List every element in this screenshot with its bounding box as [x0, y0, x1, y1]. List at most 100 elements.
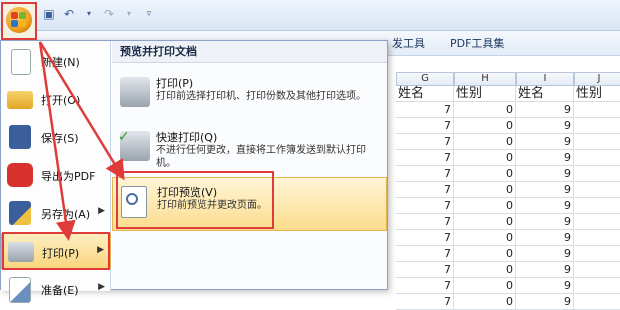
table-cell[interactable]: 0 — [454, 182, 516, 198]
redo-dropdown-icon[interactable]: ▾ — [122, 7, 136, 21]
table-cell[interactable] — [574, 230, 620, 246]
tab-pdf-tools[interactable]: PDF工具集 — [450, 35, 504, 51]
new-document-icon — [11, 49, 31, 75]
prepare-icon — [9, 277, 31, 303]
table-cell[interactable]: 9 — [516, 294, 574, 310]
table-cell[interactable]: 0 — [454, 134, 516, 150]
table-cell[interactable]: 9 — [516, 246, 574, 262]
table-cell[interactable]: 9 — [516, 134, 574, 150]
table-cell[interactable]: 7 — [396, 134, 454, 150]
undo-dropdown-icon[interactable]: ▾ — [82, 7, 96, 21]
table-cell[interactable]: 0 — [454, 166, 516, 182]
table-cell[interactable]: 7 — [396, 150, 454, 166]
menu-item-save-as[interactable]: 另存为(A) ▶ — [1, 195, 111, 231]
menu-item-label: 准备(E) — [41, 284, 79, 297]
table-cell[interactable]: 0 — [454, 102, 516, 118]
table-cell[interactable] — [574, 150, 620, 166]
column-header-h[interactable]: H — [454, 72, 516, 86]
table-cell[interactable] — [574, 262, 620, 278]
print-submenu: 预览并打印文档 打印(P) 打印前选择打印机、打印份数及其他打印选项。 ✓ 快速… — [112, 41, 387, 289]
menu-item-label: 导出为PDF — [41, 170, 96, 183]
table-cell[interactable] — [574, 278, 620, 294]
submenu-item-print[interactable]: 打印(P) 打印前选择打印机、打印份数及其他打印选项。 — [112, 69, 387, 119]
table-cell[interactable]: 9 — [516, 102, 574, 118]
submenu-item-description: 不进行任何更改，直接将工作簿发送到默认打印机。 — [156, 145, 366, 169]
menu-item-export-pdf[interactable]: 导出为PDF — [1, 157, 111, 193]
table-cell[interactable] — [574, 246, 620, 262]
table-cell[interactable] — [574, 214, 620, 230]
table-cell[interactable] — [574, 134, 620, 150]
office-logo-icon — [6, 7, 32, 33]
annotation-highlight-print-preview — [116, 171, 274, 229]
submenu-item-title: 打印(P) — [156, 77, 194, 90]
table-cell[interactable]: 9 — [516, 278, 574, 294]
office-button[interactable] — [1, 2, 37, 40]
submenu-item-title: 快速打印(Q) — [156, 131, 218, 144]
table-cell[interactable]: 7 — [396, 278, 454, 294]
table-cell[interactable]: 0 — [454, 230, 516, 246]
header-cell[interactable]: 性别 — [574, 86, 620, 102]
table-cell[interactable]: 7 — [396, 166, 454, 182]
menu-item-new[interactable]: 新建(N) — [1, 43, 111, 79]
table-cell[interactable] — [574, 198, 620, 214]
menu-item-open[interactable]: 打开(O) — [1, 81, 111, 117]
table-cell[interactable]: 0 — [454, 214, 516, 230]
undo-icon[interactable]: ↶ — [62, 7, 76, 21]
table-cell[interactable]: 0 — [454, 150, 516, 166]
table-cell[interactable]: 9 — [516, 198, 574, 214]
table-cell[interactable]: 9 — [516, 182, 574, 198]
table-cell[interactable]: 0 — [454, 118, 516, 134]
checkmark-icon: ✓ — [118, 129, 130, 145]
table-cell[interactable] — [574, 182, 620, 198]
table-cell[interactable]: 0 — [454, 246, 516, 262]
table-cell[interactable]: 7 — [396, 214, 454, 230]
column-header-i[interactable]: I — [516, 72, 574, 86]
table-cell[interactable] — [574, 294, 620, 310]
menu-item-label: 保存(S) — [41, 132, 79, 145]
table-cell[interactable]: 9 — [516, 262, 574, 278]
redo-icon[interactable]: ↷ — [102, 7, 116, 21]
table-cell[interactable]: 7 — [396, 198, 454, 214]
table-cell[interactable]: 7 — [396, 262, 454, 278]
table-cell[interactable]: 0 — [454, 198, 516, 214]
menu-item-label: 另存为(A) — [41, 208, 91, 221]
qat-icons: ▣ ↶ ▾ ↷ ▾ ▿ — [42, 7, 156, 21]
submenu-arrow-icon: ▶ — [98, 282, 105, 292]
save-icon[interactable]: ▣ — [42, 7, 56, 21]
column-header-j[interactable]: J — [574, 72, 620, 86]
table-cell[interactable]: 0 — [454, 294, 516, 310]
table-cell[interactable]: 0 — [454, 278, 516, 294]
header-cell[interactable]: 性别 — [454, 86, 516, 102]
header-cell[interactable]: 姓名 — [516, 86, 574, 102]
table-cell[interactable]: 9 — [516, 166, 574, 182]
table-cell[interactable] — [574, 166, 620, 182]
table-cell[interactable]: 7 — [396, 102, 454, 118]
submenu-item-description: 打印前选择打印机、打印份数及其他打印选项。 — [156, 91, 366, 102]
menu-item-prepare[interactable]: 准备(E) ▶ — [1, 271, 111, 307]
quick-print-icon: ✓ — [118, 129, 150, 161]
annotation-highlight-print — [2, 232, 110, 270]
table-cell[interactable] — [574, 102, 620, 118]
customize-qat-icon[interactable]: ▿ — [142, 7, 156, 21]
table-cell[interactable]: 7 — [396, 246, 454, 262]
table-cell[interactable]: 7 — [396, 230, 454, 246]
table-cell[interactable]: 0 — [454, 262, 516, 278]
table-cell[interactable] — [574, 118, 620, 134]
submenu-arrow-icon: ▶ — [98, 206, 105, 216]
submenu-item-quick-print[interactable]: ✓ 快速打印(Q) 不进行任何更改，直接将工作簿发送到默认打印机。 — [112, 123, 387, 173]
save-disk-icon — [9, 125, 31, 149]
submenu-title: 预览并打印文档 — [112, 41, 387, 63]
table-cell[interactable]: 7 — [396, 118, 454, 134]
table-cell[interactable]: 9 — [516, 118, 574, 134]
table-cell[interactable]: 9 — [516, 230, 574, 246]
tab-developer[interactable]: 发工具 — [392, 35, 425, 51]
table-cell[interactable]: 9 — [516, 214, 574, 230]
column-header-g[interactable]: G — [396, 72, 454, 86]
menu-item-save[interactable]: 保存(S) — [1, 119, 111, 155]
table-cell[interactable]: 9 — [516, 150, 574, 166]
pdf-export-icon — [7, 163, 33, 187]
table-cell[interactable]: 7 — [396, 182, 454, 198]
table-cell[interactable]: 7 — [396, 294, 454, 310]
printer-icon — [120, 77, 150, 107]
header-cell[interactable]: 姓名 — [396, 86, 454, 102]
